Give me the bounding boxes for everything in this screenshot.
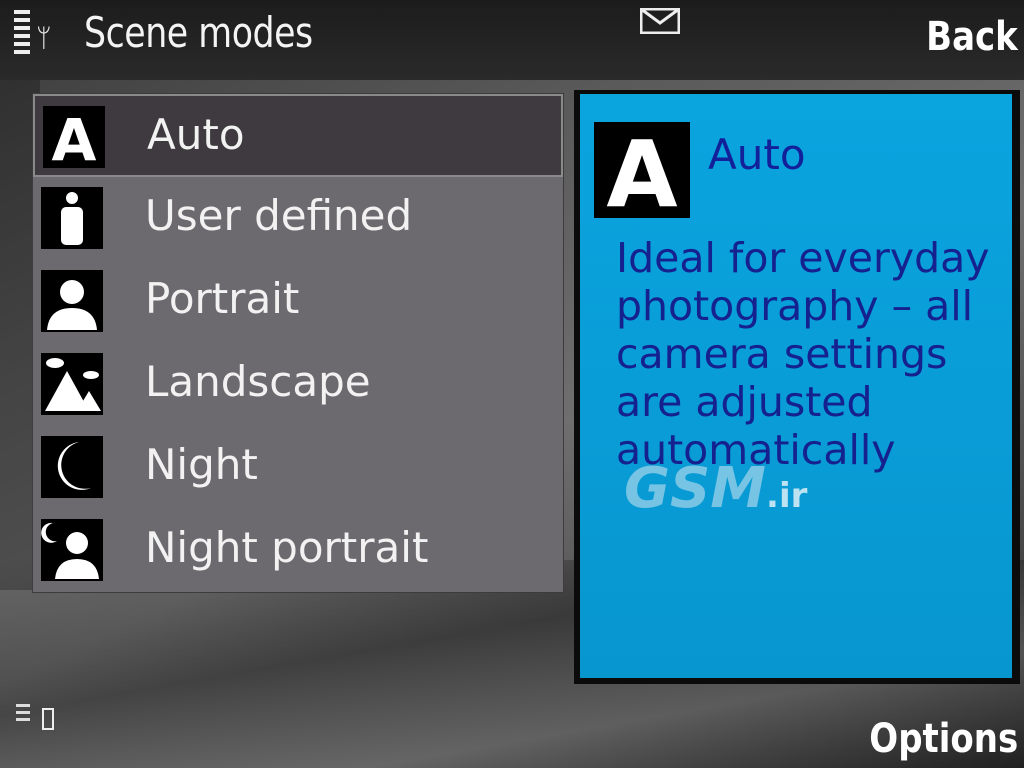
list-item-label: Night xyxy=(145,440,258,489)
detail-description: Ideal for everyday photography – all cam… xyxy=(616,234,990,474)
list-item-label: Portrait xyxy=(145,274,300,323)
list-item-portrait[interactable]: Portrait xyxy=(33,260,563,343)
list-item-label: User defined xyxy=(145,191,413,240)
list-item-user-defined[interactable]: User defined xyxy=(33,177,563,260)
status-bar: ᛘ Scene modes Back xyxy=(0,0,1024,80)
auto-icon: A xyxy=(594,121,690,228)
user-defined-icon xyxy=(41,187,103,249)
list-item-night-portrait[interactable]: Night portrait xyxy=(33,509,563,592)
mail-icon xyxy=(640,8,680,34)
antenna-icon: ᛘ xyxy=(36,24,52,54)
watermark: GSM.ir xyxy=(624,456,808,521)
options-softkey[interactable]: Options xyxy=(869,716,1018,762)
list-item-label: Landscape xyxy=(145,357,371,406)
list-item-label: Auto xyxy=(147,110,245,159)
list-item-label: Night portrait xyxy=(145,523,429,572)
list-item-auto[interactable]: A Auto xyxy=(33,94,563,177)
signal-strength-icon xyxy=(14,10,30,62)
svg-text:A: A xyxy=(606,122,677,218)
auto-icon: A xyxy=(43,106,105,174)
detail-title: Auto xyxy=(708,130,806,179)
svg-text:A: A xyxy=(52,106,97,168)
portrait-icon xyxy=(41,270,103,332)
night-portrait-icon xyxy=(41,519,103,581)
list-item-landscape[interactable]: Landscape xyxy=(33,343,563,426)
landscape-icon xyxy=(41,353,103,415)
scene-detail-panel: A Auto Ideal for everyday photography – … xyxy=(574,90,1020,684)
back-softkey[interactable]: Back xyxy=(926,14,1018,60)
page-title: Scene modes xyxy=(84,8,313,57)
scene-mode-list: A Auto User defined Portrait Landscape N… xyxy=(32,93,564,593)
night-icon xyxy=(41,436,103,498)
list-item-night[interactable]: Night xyxy=(33,426,563,509)
